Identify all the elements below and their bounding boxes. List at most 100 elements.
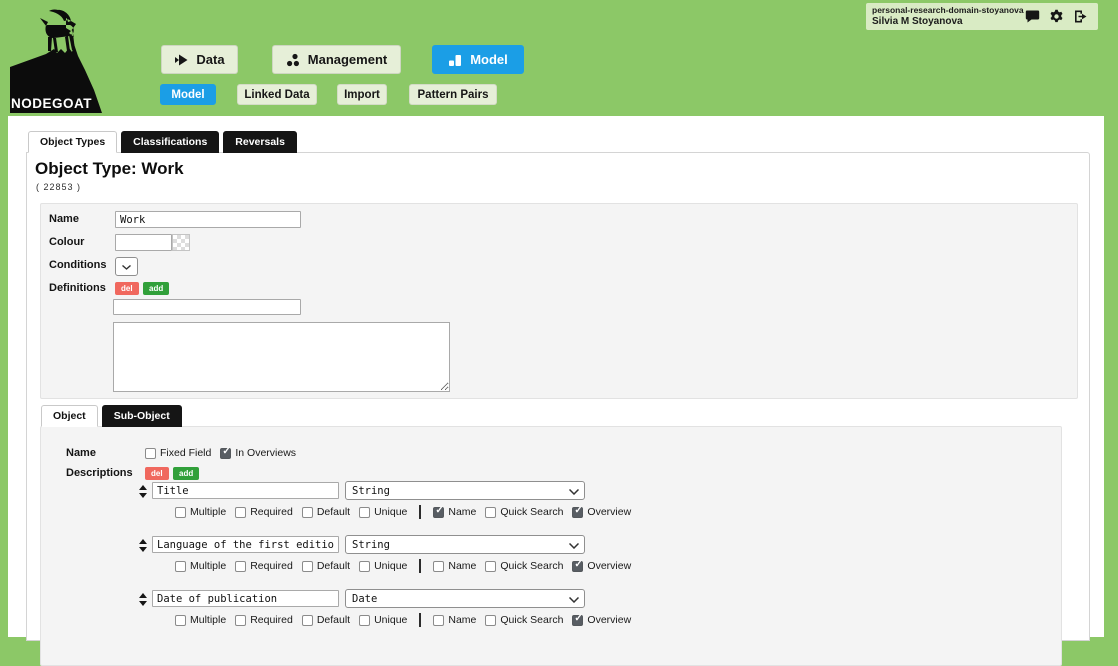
description-type-select[interactable]: String xyxy=(345,535,585,554)
subnav-model-label: Model xyxy=(171,89,204,101)
default-checkbox[interactable] xyxy=(302,615,313,626)
definitions-label: Definitions xyxy=(49,282,106,294)
option-name[interactable]: Name xyxy=(433,614,476,626)
in-overviews-checkbox[interactable] xyxy=(220,448,231,459)
subnav-linked-data-button[interactable]: Linked Data xyxy=(237,84,317,105)
chevron-down-icon xyxy=(569,597,579,603)
options-divider xyxy=(419,613,421,627)
in-overviews-option[interactable]: In Overviews xyxy=(220,447,296,459)
fixed-field-checkbox[interactable] xyxy=(145,448,156,459)
definitions-del-button[interactable]: del xyxy=(115,282,139,295)
content-panel: Object Type: Work ( 22853 ) Name Colour … xyxy=(26,152,1090,641)
colour-swatch[interactable] xyxy=(172,234,190,251)
option-multiple[interactable]: Multiple xyxy=(175,614,226,626)
descriptions-label: Descriptions xyxy=(66,467,133,479)
option-default[interactable]: Default xyxy=(302,614,350,626)
logout-icon[interactable] xyxy=(1073,9,1088,24)
object-section: Name Fixed Field In Overviews Descriptio… xyxy=(40,426,1062,666)
options-divider xyxy=(419,559,421,573)
option-name[interactable]: Name xyxy=(433,506,476,518)
default-checkbox[interactable] xyxy=(302,561,313,572)
chevron-down-icon xyxy=(569,543,579,549)
multiple-checkbox[interactable] xyxy=(175,561,186,572)
object-type-id: ( 22853 ) xyxy=(36,182,81,192)
description-name-input[interactable] xyxy=(152,482,339,499)
description-type-select[interactable]: Date xyxy=(345,589,585,608)
description-name-input[interactable] xyxy=(152,590,339,607)
descriptions-del-button[interactable]: del xyxy=(145,467,169,480)
tab-reversals-label: Reversals xyxy=(235,136,285,148)
required-checkbox[interactable] xyxy=(235,615,246,626)
option-default[interactable]: Default xyxy=(302,506,350,518)
option-required[interactable]: Required xyxy=(235,560,293,572)
description-options: Multiple Required Default Unique Name Qu… xyxy=(175,613,631,627)
descriptions-add-button[interactable]: add xyxy=(173,467,199,480)
name-input[interactable] xyxy=(115,211,301,228)
tab-reversals[interactable]: Reversals xyxy=(223,131,297,153)
required-checkbox[interactable] xyxy=(235,507,246,518)
overview-checkbox[interactable] xyxy=(572,561,583,572)
nav-model-button[interactable]: Model xyxy=(432,45,524,74)
tab-classifications[interactable]: Classifications xyxy=(121,131,219,153)
subnav-import-button[interactable]: Import xyxy=(337,84,387,105)
option-unique[interactable]: Unique xyxy=(359,506,407,518)
nav-management-button[interactable]: Management xyxy=(272,45,401,74)
tab-object[interactable]: Object xyxy=(41,405,98,427)
subnav-pattern-pairs-button[interactable]: Pattern Pairs xyxy=(409,84,497,105)
definition-name-input[interactable] xyxy=(113,299,301,315)
definitions-add-button[interactable]: add xyxy=(143,282,169,295)
subnav-model-button[interactable]: Model xyxy=(160,84,216,105)
tab-object-types[interactable]: Object Types xyxy=(28,131,117,153)
quick-search-checkbox[interactable] xyxy=(485,561,496,572)
logo-text: NODEGOAT xyxy=(11,96,92,111)
tab-sub-object-label: Sub-Object xyxy=(114,410,170,422)
option-name[interactable]: Name xyxy=(433,560,476,572)
overview-checkbox[interactable] xyxy=(572,615,583,626)
sort-handle-icon[interactable] xyxy=(139,485,148,498)
conditions-select[interactable] xyxy=(115,257,138,276)
multiple-checkbox[interactable] xyxy=(175,507,186,518)
page-body: Object Types Classifications Reversals O… xyxy=(8,116,1104,637)
option-default[interactable]: Default xyxy=(302,560,350,572)
model-tab-bar: Object Types Classifications Reversals xyxy=(28,131,297,153)
name-checkbox[interactable] xyxy=(433,561,444,572)
option-quick-search[interactable]: Quick Search xyxy=(485,614,563,626)
quick-search-checkbox[interactable] xyxy=(485,615,496,626)
unique-checkbox[interactable] xyxy=(359,615,370,626)
object-name-options: Fixed Field In Overviews xyxy=(145,446,296,460)
option-multiple[interactable]: Multiple xyxy=(175,506,226,518)
sort-handle-icon[interactable] xyxy=(139,539,148,552)
default-checkbox[interactable] xyxy=(302,507,313,518)
multiple-checkbox[interactable] xyxy=(175,615,186,626)
fixed-field-option[interactable]: Fixed Field xyxy=(145,447,211,459)
option-overview[interactable]: Overview xyxy=(572,614,631,626)
option-required[interactable]: Required xyxy=(235,506,293,518)
required-checkbox[interactable] xyxy=(235,561,246,572)
option-quick-search[interactable]: Quick Search xyxy=(485,560,563,572)
option-overview[interactable]: Overview xyxy=(572,506,631,518)
unique-checkbox[interactable] xyxy=(359,561,370,572)
name-checkbox[interactable] xyxy=(433,615,444,626)
user-name: Silvia M Stoyanova xyxy=(872,16,1025,28)
nav-data-button[interactable]: Data xyxy=(161,45,238,74)
option-unique[interactable]: Unique xyxy=(359,560,407,572)
definition-textarea[interactable] xyxy=(113,322,450,392)
option-unique[interactable]: Unique xyxy=(359,614,407,626)
description-options: Multiple Required Default Unique Name Qu… xyxy=(175,559,631,573)
option-required[interactable]: Required xyxy=(235,614,293,626)
description-type-select[interactable]: String xyxy=(345,481,585,500)
settings-gear-icon[interactable] xyxy=(1049,9,1064,24)
option-multiple[interactable]: Multiple xyxy=(175,560,226,572)
option-overview[interactable]: Overview xyxy=(572,560,631,572)
sort-handle-icon[interactable] xyxy=(139,593,148,606)
tab-sub-object[interactable]: Sub-Object xyxy=(102,405,182,427)
unique-checkbox[interactable] xyxy=(359,507,370,518)
nodegoat-logo[interactable]: NODEGOAT xyxy=(8,4,105,113)
name-checkbox[interactable] xyxy=(433,507,444,518)
messages-icon[interactable] xyxy=(1025,9,1040,24)
description-name-input[interactable] xyxy=(152,536,339,553)
colour-input[interactable] xyxy=(115,234,172,251)
quick-search-checkbox[interactable] xyxy=(485,507,496,518)
option-quick-search[interactable]: Quick Search xyxy=(485,506,563,518)
overview-checkbox[interactable] xyxy=(572,507,583,518)
